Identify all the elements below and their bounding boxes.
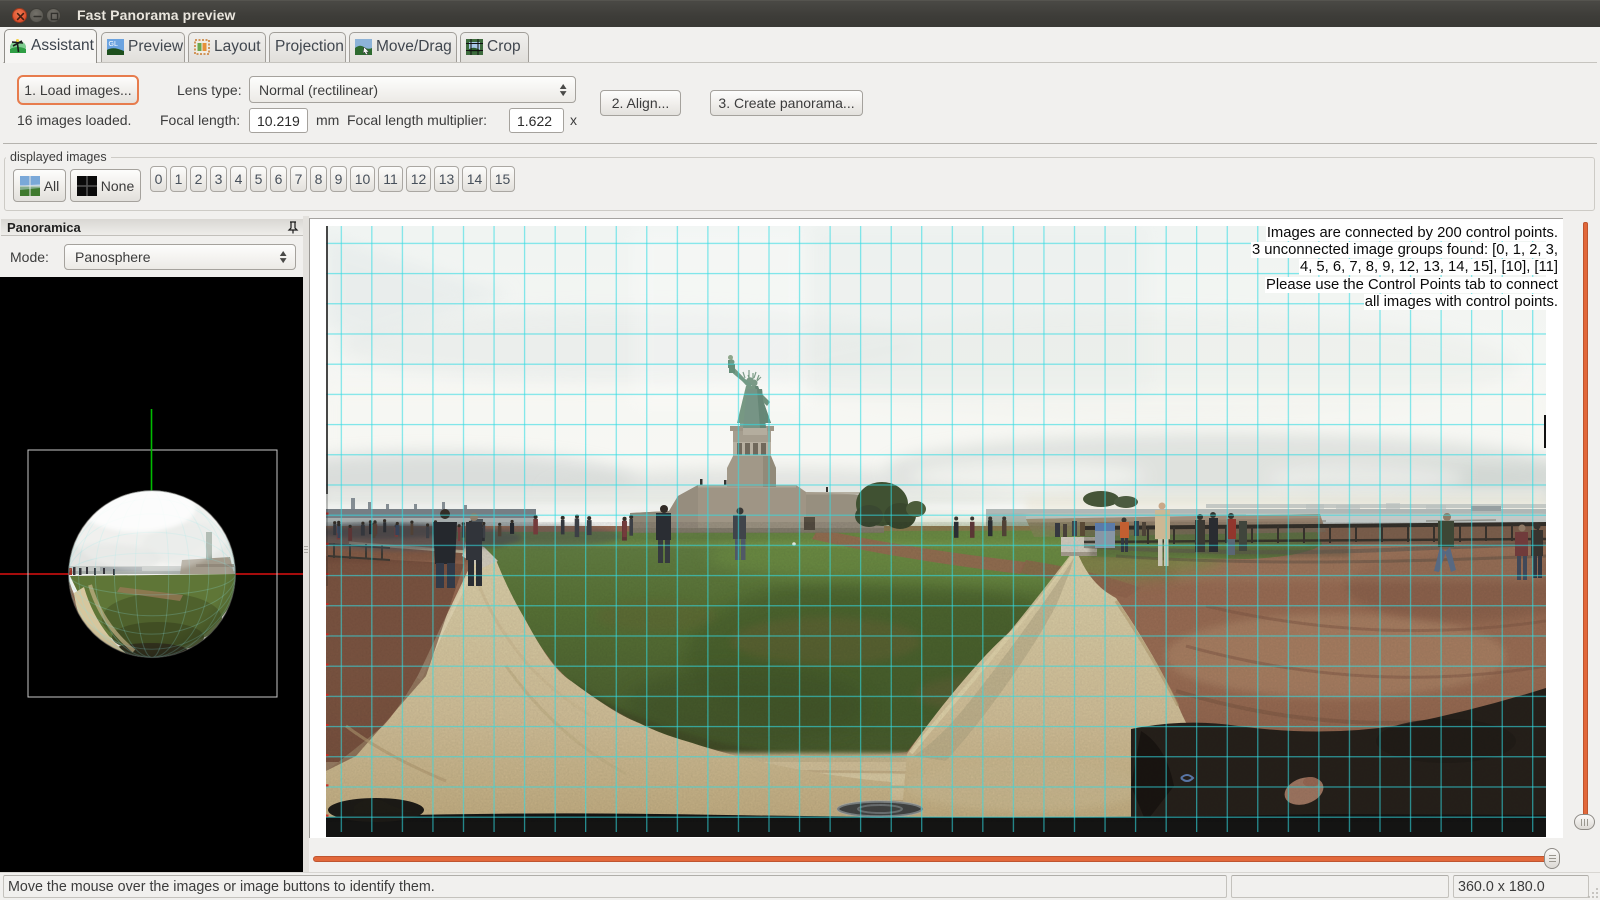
svg-text:GL: GL bbox=[109, 41, 118, 48]
